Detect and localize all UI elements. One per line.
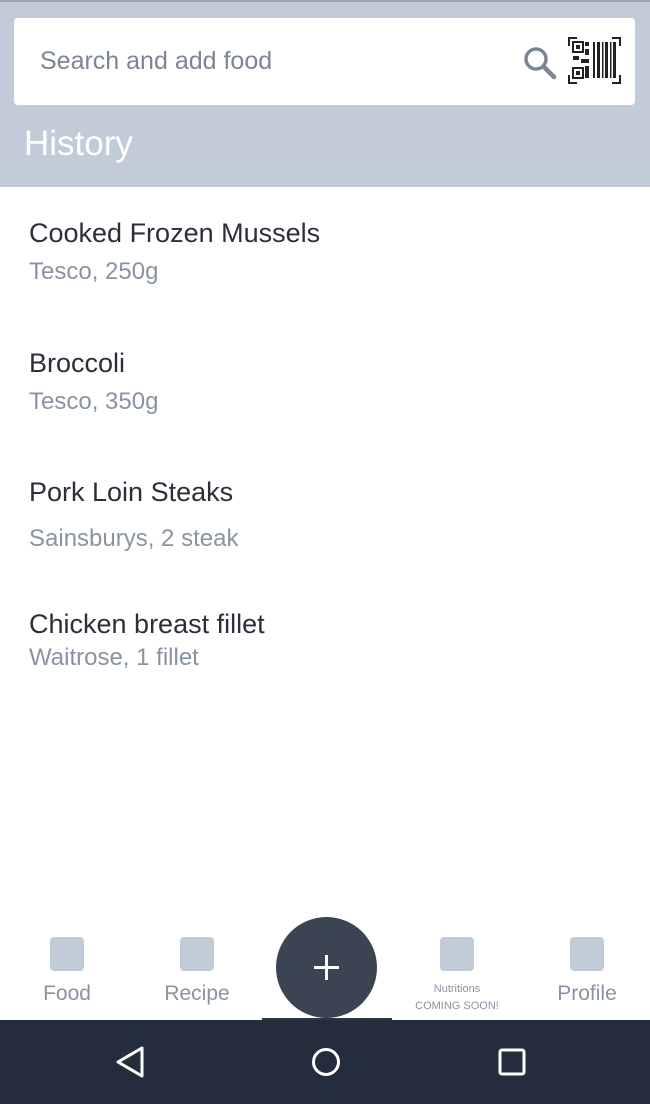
history-item[interactable]: Broccoli Tesco, 350g (0, 348, 650, 458)
search-icon[interactable] (522, 45, 558, 81)
search-bar (14, 18, 635, 105)
header-panel: History (0, 0, 650, 187)
recents-icon[interactable] (494, 1044, 530, 1080)
history-item[interactable]: Chicken breast fillet Waitrose, 1 fillet (0, 609, 650, 719)
coming-soon-label: COMING SOON! (415, 1000, 499, 1012)
nav-food-label: Food (43, 982, 91, 1005)
profile-icon (570, 937, 604, 971)
nav-profile[interactable]: Profile (522, 920, 650, 1020)
nav-food[interactable]: Food (2, 920, 132, 1020)
food-detail: Tesco, 350g (29, 388, 159, 415)
nav-profile-label: Profile (557, 982, 617, 1005)
food-detail: Waitrose, 1 fillet (29, 644, 199, 671)
nutritions-icon (440, 937, 474, 971)
nav-recipe-label: Recipe (164, 982, 230, 1005)
back-icon[interactable] (112, 1044, 148, 1080)
food-detail: Tesco, 250g (29, 258, 159, 285)
history-item[interactable]: Pork Loin Steaks Sainsburys, 2 steak (0, 477, 650, 587)
food-name: Chicken breast fillet (29, 609, 265, 639)
food-icon (50, 937, 84, 971)
nav-nutritions[interactable]: Nutritions COMING SOON! (392, 920, 522, 1020)
food-name: Cooked Frozen Mussels (29, 218, 321, 248)
barcode-scan-icon[interactable] (568, 37, 621, 84)
food-name: Pork Loin Steaks (29, 477, 234, 507)
search-input[interactable] (40, 40, 510, 82)
add-food-button[interactable] (276, 917, 377, 1018)
history-heading: History (24, 124, 133, 163)
history-item[interactable]: Cooked Frozen Mussels Tesco, 250g (0, 218, 650, 328)
system-navigation-bar (0, 1020, 650, 1104)
recipe-icon (180, 937, 214, 971)
nav-recipe[interactable]: Recipe (132, 920, 262, 1020)
home-icon[interactable] (308, 1044, 344, 1080)
food-detail: Sainsburys, 2 steak (29, 525, 239, 552)
nav-nutritions-label: Nutritions (433, 983, 481, 995)
food-name: Broccoli (29, 348, 126, 378)
plus-icon (314, 955, 339, 980)
